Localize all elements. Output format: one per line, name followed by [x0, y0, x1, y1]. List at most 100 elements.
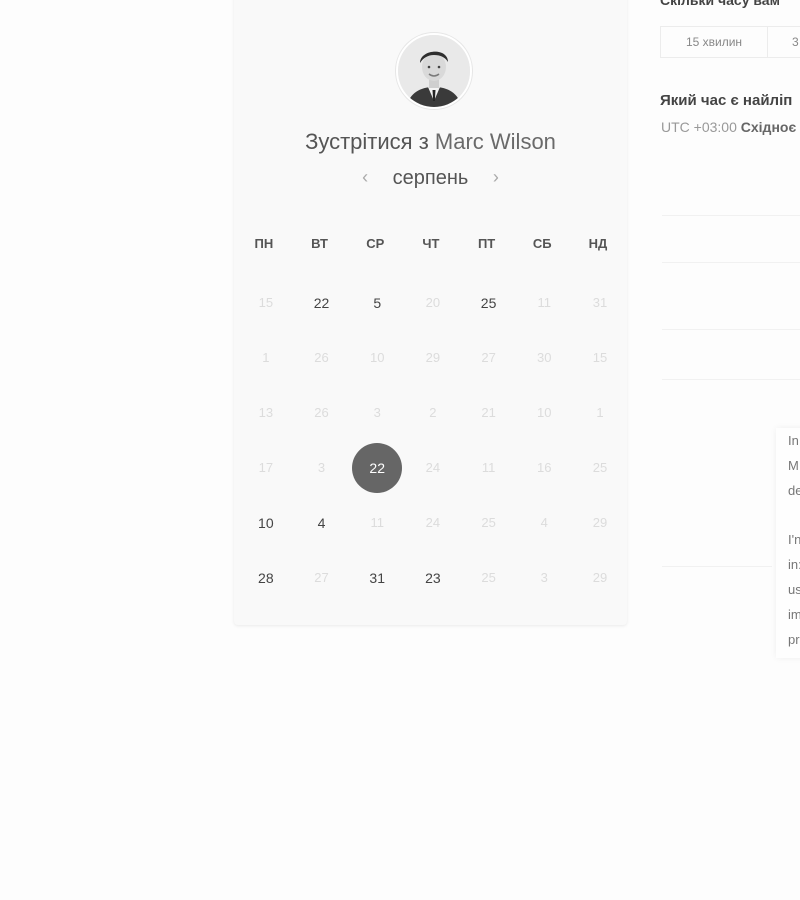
duration-option-15[interactable]: 15 хвилин [660, 26, 768, 58]
calendar-day-number: 1 [596, 405, 604, 420]
calendar-day: 24 [405, 440, 461, 495]
month-navigator: ‹ серпень › [234, 167, 627, 190]
calendar-day: 3 [294, 440, 350, 495]
calendar-day[interactable]: 4 [294, 495, 350, 550]
host-photo [398, 35, 470, 107]
calendar-day: 10 [516, 385, 572, 440]
calendar-day-number: 25 [481, 570, 496, 585]
calendar-day[interactable]: 22 [294, 275, 350, 330]
calendar-day: 11 [461, 440, 517, 495]
description-line: pr [788, 632, 800, 647]
calendar-day: 21 [461, 385, 517, 440]
calendar-day-number: 26 [314, 350, 329, 365]
time-question: Який час є найліп [660, 92, 793, 109]
calendar-day: 20 [405, 275, 461, 330]
calendar-day-number: 11 [370, 515, 384, 530]
calendar-day: 25 [461, 550, 517, 605]
calendar-day-number: 25 [592, 460, 608, 475]
calendar-day[interactable]: 31 [349, 550, 405, 605]
calendar-day-number: 27 [314, 570, 329, 585]
calendar-day[interactable]: 25 [461, 275, 517, 330]
chevron-left-icon[interactable]: ‹ [355, 167, 375, 188]
timezone-offset: UTC +03:00 [661, 119, 737, 135]
calendar-day-number[interactable]: 31 [352, 553, 402, 603]
timezone-name: Східноє [740, 119, 797, 135]
calendar-day-number: 2 [429, 405, 437, 420]
description-line: de [788, 483, 800, 498]
calendar-day: 3 [516, 550, 572, 605]
avatar [396, 33, 472, 109]
calendar-day-number: 30 [537, 350, 552, 365]
calendar-day-number: 27 [481, 350, 496, 365]
weekday-sat: СБ [532, 236, 552, 251]
calendar-day: 3 [349, 385, 405, 440]
calendar-day-number[interactable]: 25 [464, 278, 514, 328]
calendar-day[interactable]: 23 [405, 550, 461, 605]
divider [662, 379, 800, 380]
calendar-day-number: 29 [592, 515, 608, 530]
duration-question: Скільки часу вам [660, 0, 780, 8]
month-label: серпень [392, 167, 469, 189]
calendar-day-number[interactable]: 22 [297, 278, 347, 328]
calendar-day-number: 24 [425, 460, 441, 475]
divider [662, 566, 772, 567]
calendar-day-number: 13 [258, 405, 274, 420]
calendar-day: 15 [238, 275, 294, 330]
calendar-day-number[interactable]: 23 [408, 553, 458, 603]
calendar-day-number: 1 [262, 350, 270, 365]
calendar-day-number: 26 [314, 405, 329, 420]
chevron-right-icon[interactable]: › [486, 167, 506, 188]
calendar-day[interactable]: 28 [238, 550, 294, 605]
calendar-day-number: 3 [373, 405, 381, 420]
calendar-card: Зустрітися з Marc Wilson ‹ серпень › ПН … [234, 0, 627, 625]
calendar-day-number[interactable]: 5 [352, 278, 402, 328]
calendar-day-number[interactable]: 22 [352, 442, 403, 493]
calendar-day-number[interactable]: 28 [241, 553, 291, 603]
divider [662, 215, 800, 216]
calendar-day: 10 [349, 330, 405, 385]
calendar-day: 1 [238, 330, 294, 385]
calendar-day-number: 25 [481, 515, 496, 530]
booking-page: Зустрітися з Marc Wilson ‹ серпень › ПН … [0, 0, 800, 900]
calendar-day-number: 11 [481, 460, 496, 475]
calendar-day[interactable]: 10 [238, 495, 294, 550]
calendar-day-number: 29 [425, 350, 441, 365]
calendar-day: 30 [516, 330, 572, 385]
description-line: I'n [788, 532, 800, 547]
calendar-day-number: 15 [258, 295, 274, 310]
calendar-day: 26 [294, 385, 350, 440]
calendar-day: 26 [294, 330, 350, 385]
timezone-selector[interactable]: UTC +03:00 Східноє [661, 119, 796, 135]
weekday-fri: ПТ [477, 236, 496, 251]
calendar-day: 1 [572, 385, 628, 440]
host-description: In M de I'n in: us im pr [776, 428, 800, 658]
calendar-day-selected[interactable]: 22 [349, 440, 405, 495]
calendar-day[interactable]: 5 [349, 275, 405, 330]
calendar-day-number: 10 [537, 405, 552, 420]
calendar-day: 31 [572, 275, 628, 330]
calendar-day-number[interactable]: 10 [241, 498, 291, 548]
calendar-day: 11 [349, 495, 405, 550]
weekday-thu: ЧТ [422, 236, 440, 251]
duration-option-30[interactable]: 3 [768, 26, 800, 58]
weekday-sun: НД [588, 236, 608, 251]
weekday-mon: ПН [254, 236, 274, 251]
calendar-day-number: 21 [481, 405, 496, 420]
page-title: Зустрітися з Marc Wilson [234, 129, 627, 155]
calendar-day: 24 [405, 495, 461, 550]
description-line: in: [788, 557, 800, 572]
description-line: us [788, 582, 800, 597]
calendar-day: 29 [405, 330, 461, 385]
calendar-day: 27 [294, 550, 350, 605]
calendar-day: 13 [238, 385, 294, 440]
calendar-day: 17 [238, 440, 294, 495]
calendar-day-number[interactable]: 4 [297, 498, 347, 548]
calendar-day-number: 16 [537, 460, 552, 475]
calendar-day-number: 29 [592, 570, 608, 585]
calendar-day-number: 15 [592, 350, 608, 365]
description-line: im [788, 607, 800, 622]
duration-options: 15 хвилин 3 [660, 26, 800, 58]
calendar-days-grid: 15 22 5 20 25 11 31 1 26 10 29 27 30 15 13 26 3 2 21 10 1 17 3… [238, 275, 629, 605]
calendar-day: 25 [461, 495, 517, 550]
